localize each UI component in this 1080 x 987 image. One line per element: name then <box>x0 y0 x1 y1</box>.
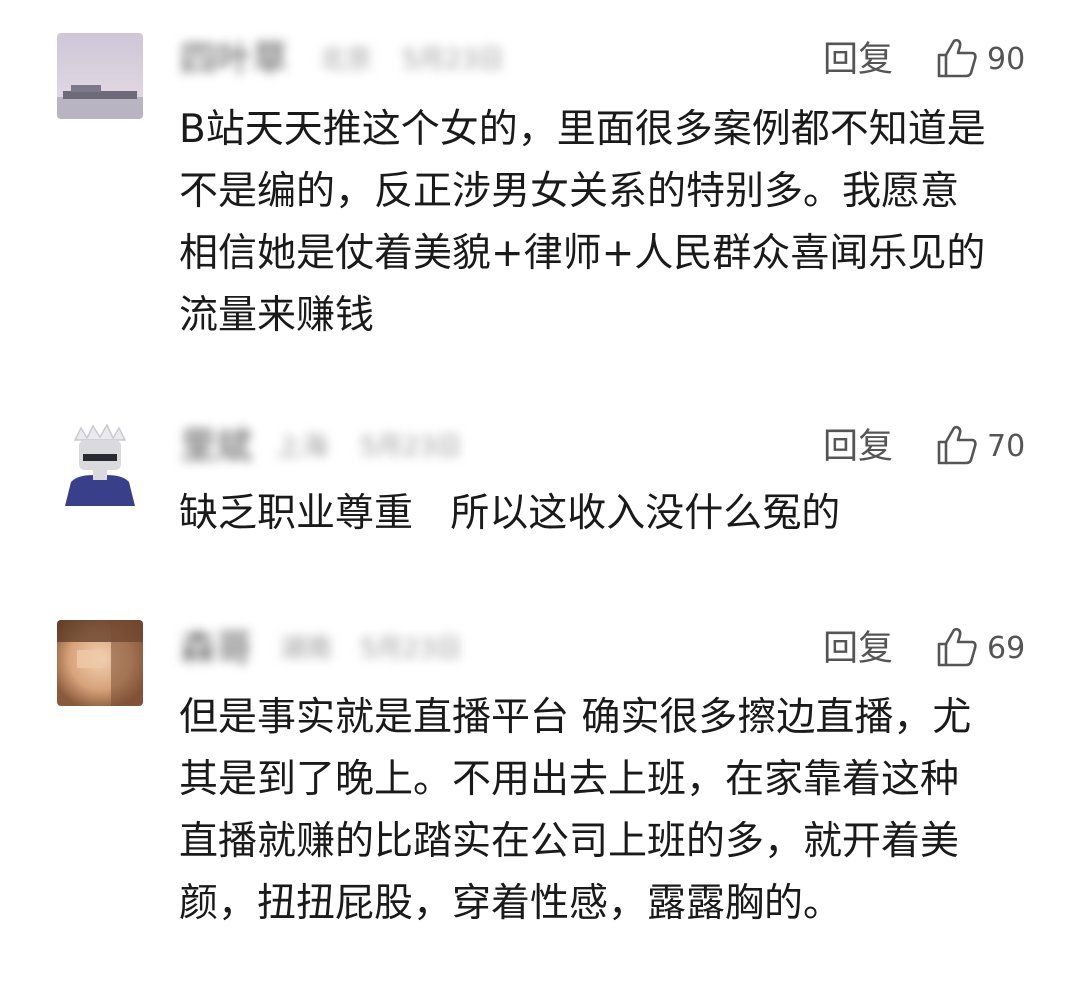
landscape-avatar-icon <box>57 33 143 119</box>
comment-time: 5月23日 <box>360 432 462 462</box>
avatar[interactable] <box>57 420 143 506</box>
comment-text: 但是事实就是直播平台 确实很多擦边直播，尤 其是到了晚上。不用出去上班，在家靠着… <box>179 695 972 926</box>
comment-text: 缺乏职业尊重 所以这收入没什么冤的 <box>179 491 841 536</box>
cartoon-character-avatar-icon <box>57 420 143 506</box>
thumbs-up-icon <box>935 423 979 471</box>
thumbs-up-icon <box>935 36 979 84</box>
like-button[interactable]: 90 <box>935 36 1025 84</box>
reply-button[interactable]: 回复 <box>823 627 893 671</box>
comment-text: B站天天推这个女的，里面很多案例都不知道是 不是编的，反正涉男女关系的特别多。我… <box>179 107 986 338</box>
like-button[interactable]: 69 <box>935 625 1025 673</box>
like-button[interactable]: 70 <box>935 423 1025 471</box>
like-count: 69 <box>987 631 1026 666</box>
author-location: 上海 <box>276 432 329 462</box>
author-location: 北京 <box>320 45 373 75</box>
author-location: 湖南 <box>280 634 333 664</box>
comment-time: 5月23日 <box>402 45 504 75</box>
like-count: 90 <box>987 42 1026 77</box>
avatar[interactable] <box>57 33 143 119</box>
thumbs-up-icon <box>935 625 979 673</box>
author-name[interactable]: 里斌 <box>180 425 252 469</box>
blurred-photo-avatar-icon <box>57 620 143 706</box>
like-count: 70 <box>987 429 1026 464</box>
author-name[interactable]: 森哥 <box>180 627 252 671</box>
reply-button[interactable]: 回复 <box>823 425 893 469</box>
author-name[interactable]: 四叶草 <box>180 38 288 82</box>
reply-button[interactable]: 回复 <box>823 38 893 82</box>
avatar[interactable] <box>57 620 143 706</box>
comment-time: 5月23日 <box>360 634 462 664</box>
